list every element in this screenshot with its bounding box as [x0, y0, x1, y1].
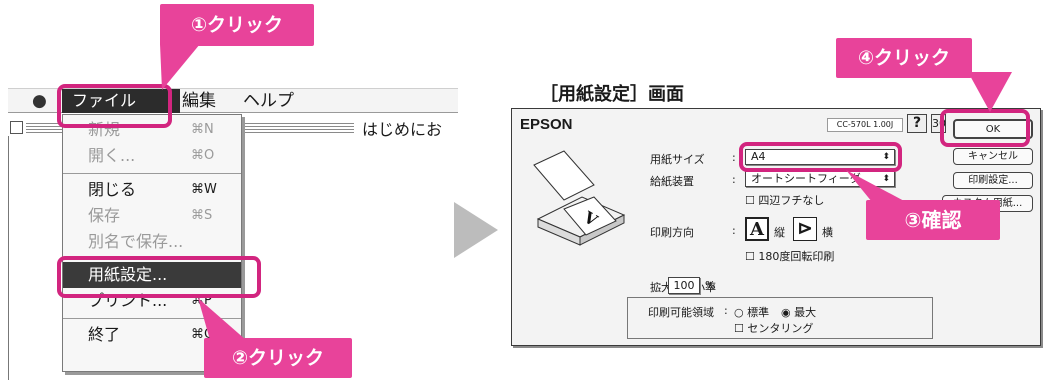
window-close-box[interactable] — [10, 121, 23, 134]
paper-size-label: 用紙サイズ — [650, 153, 705, 166]
print-area-group: 印刷可能領域 : ○ 標準 ◉ 最大 ☐ センタリング — [627, 297, 933, 339]
title-bar-stripes — [244, 122, 354, 133]
menu-shortcut: ⌘S — [191, 208, 213, 223]
paper-source-label: 給紙装置 — [650, 175, 694, 188]
menu-shortcut: ⌘O — [191, 148, 215, 163]
borderless-checkbox[interactable]: ☐ 四辺フチなし — [745, 192, 824, 208]
callout-step3: ③確認 — [866, 200, 1000, 240]
menu-item-close[interactable]: 閉じる ⌘W — [63, 177, 241, 203]
menu-item-save[interactable]: 保存 ⌘S — [63, 203, 241, 229]
cancel-button[interactable]: キャンセル — [953, 148, 1033, 165]
highlight-ring-ok — [940, 109, 1030, 147]
menu-item-label: 開く... — [88, 146, 136, 165]
next-arrow-icon — [454, 202, 498, 258]
menu-item-label: 別名で保存... — [88, 232, 184, 251]
window-edge — [8, 136, 9, 380]
label-colon: : — [732, 151, 736, 164]
highlight-ring-page-setup — [57, 256, 261, 298]
printer-illustration: V — [533, 150, 626, 246]
print-settings-button[interactable]: 印刷設定... — [953, 172, 1033, 189]
rotate180-checkbox[interactable]: ☐ 180度回転印刷 — [745, 248, 834, 264]
callout-step4: ④クリック — [836, 38, 972, 78]
centering-checkbox[interactable]: ☐ センタリング — [734, 320, 813, 336]
borderless-label: 四辺フチなし — [758, 194, 825, 207]
label-colon: : — [732, 173, 736, 186]
label-colon: : — [658, 279, 662, 292]
menu-help[interactable]: ヘルプ — [243, 89, 294, 113]
print-area-maximum-radio[interactable]: ◉ 最大 — [781, 304, 816, 320]
label-colon: : — [724, 304, 728, 317]
driver-version: CC-570L 1.00J — [827, 118, 903, 132]
centering-label: センタリング — [747, 322, 814, 335]
callout-step2: ②クリック — [204, 338, 352, 378]
brand-logo: EPSON — [520, 116, 573, 133]
menu-shortcut: ⌘N — [191, 122, 214, 137]
label-colon: : — [732, 224, 736, 237]
portrait-label: 縦 — [774, 226, 785, 239]
radio-label: 最大 — [794, 306, 817, 319]
window-title: はじめにお — [362, 120, 443, 139]
menu-item-label: 閉じる — [88, 180, 137, 199]
print-area-standard-radio[interactable]: ○ 標準 — [734, 304, 769, 320]
rotate180-label: 180度回転印刷 — [758, 250, 835, 263]
dialog-heading: ［用紙設定］画面 — [540, 84, 684, 105]
menu-item-open[interactable]: 開く... ⌘O — [63, 143, 241, 169]
radio-label: 標準 — [747, 306, 770, 319]
callout-pointer — [198, 298, 246, 340]
landscape-icon[interactable]: ⊳ — [793, 217, 817, 241]
apple-icon[interactable]: ● — [32, 91, 47, 111]
portrait-icon[interactable]: A — [745, 217, 769, 241]
menu-separator — [63, 173, 241, 174]
print-area-label: 印刷可能領域 — [648, 306, 714, 319]
orientation-label: 印刷方向 — [650, 226, 694, 239]
scale-input[interactable]: 100 — [668, 277, 700, 294]
callout-step1: ①クリック — [160, 4, 314, 46]
menu-item-label: 保存 — [88, 206, 121, 225]
callout-pointer — [160, 44, 200, 90]
menu-item-save-as[interactable]: 別名で保存... — [63, 229, 241, 255]
help-button[interactable]: ? — [907, 114, 927, 133]
menu-edit[interactable]: 編集 — [182, 89, 216, 113]
callout-pointer — [968, 72, 1012, 112]
scale-unit: % — [705, 279, 716, 292]
menu-item-label: 終了 — [88, 325, 121, 344]
landscape-label: 横 — [822, 226, 833, 239]
menu-shortcut: ⌘W — [191, 182, 217, 197]
